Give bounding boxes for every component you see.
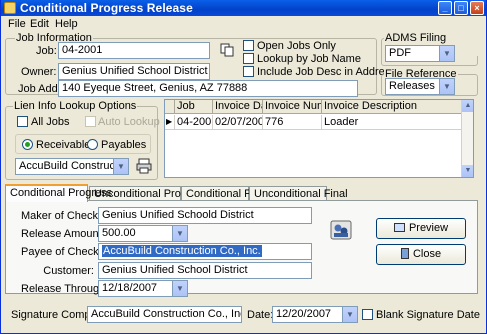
receivables-radio[interactable] — [22, 139, 33, 150]
preview-button[interactable]: Preview — [376, 218, 466, 239]
payee-input[interactable]: AccuBuild Construction Co., Inc. — [98, 243, 312, 260]
open-jobs-only-label: Open Jobs Only — [257, 40, 336, 52]
open-jobs-only-checkbox[interactable] — [243, 40, 254, 51]
blank-signature-date-label: Blank Signature Date — [376, 309, 480, 321]
through-value: 12/18/2007 — [102, 282, 158, 294]
lookup-by-job-name-checkbox[interactable] — [243, 53, 254, 64]
date-value: 12/20/2007 — [276, 308, 332, 320]
row-selector-icon[interactable]: ▶ — [165, 115, 175, 130]
preview-button-label: Preview — [408, 222, 449, 234]
close-button[interactable]: Close — [376, 244, 466, 265]
all-jobs-label: All Jobs — [31, 116, 70, 128]
adms-select[interactable]: PDF ▼ — [385, 45, 455, 62]
file-ref-select-value: Releases — [389, 80, 435, 92]
menu-help[interactable]: Help — [55, 18, 78, 30]
menu-bar: File Edit Help — [1, 16, 486, 32]
include-job-desc-label: Include Job Desc in Address — [257, 66, 396, 78]
chevron-down-icon[interactable]: ▼ — [439, 46, 454, 61]
lien-group-label: Lien Info Lookup Options — [13, 100, 138, 112]
auto-lookup-label: Auto Lookup — [98, 116, 160, 128]
scroll-down-icon[interactable]: ▼ — [462, 165, 473, 177]
grid-cell-invoice-description[interactable]: Loader — [322, 115, 462, 130]
date-input[interactable]: 12/20/2007 ▼ — [272, 306, 358, 323]
minimize-button[interactable]: _ — [438, 1, 452, 15]
grid-cell-invoice-date[interactable]: 02/07/2007 — [213, 115, 263, 130]
close-window-button[interactable]: × — [470, 1, 484, 15]
preview-icon — [393, 223, 405, 232]
grid-corner — [165, 100, 175, 114]
app-window: Conditional Progress Release _ □ × File … — [0, 0, 487, 334]
chevron-down-icon[interactable]: ▼ — [439, 79, 454, 94]
grid-header-invoice-number[interactable]: Invoice Number — [263, 100, 322, 114]
through-label: Release Through: — [21, 283, 109, 295]
copy-icon[interactable] — [220, 43, 234, 57]
chevron-down-icon[interactable]: ▼ — [342, 307, 357, 322]
invoice-grid[interactable]: Job Invoice Date Invoice Number Invoice … — [164, 99, 474, 178]
chevron-down-icon[interactable]: ▼ — [172, 281, 187, 296]
close-button-label: Close — [412, 248, 442, 260]
app-icon — [4, 2, 16, 14]
owner-input[interactable]: Genius Unified School District — [58, 63, 210, 80]
printer-icon[interactable] — [136, 158, 152, 174]
lookup-by-job-name-label: Lookup by Job Name — [257, 53, 361, 65]
company-select[interactable]: AccuBuild Construction Co ▼ — [15, 158, 129, 175]
grid-scrollbar[interactable]: ▲ ▼ — [461, 100, 473, 177]
all-jobs-checkbox[interactable] — [17, 116, 28, 127]
payables-radio[interactable] — [87, 139, 98, 150]
auto-lookup-checkbox[interactable] — [85, 116, 96, 127]
scroll-up-icon[interactable]: ▲ — [462, 100, 473, 112]
amount-value: 500.00 — [102, 227, 136, 239]
grid-header-invoice-description[interactable]: Invoice Description — [322, 100, 462, 114]
grid-cell-job[interactable]: 04-2001 — [175, 115, 213, 130]
amount-label: Release Amount: — [21, 228, 105, 240]
job-label: Job: — [36, 45, 57, 57]
title-bar: Conditional Progress Release _ □ × — [1, 0, 486, 16]
maker-label: Maker of Check: — [21, 210, 102, 222]
payables-label: Payables — [101, 139, 147, 151]
door-icon — [400, 248, 409, 259]
job-addr-input[interactable]: 140 Eyeque Street, Genius, AZ 77888 — [58, 80, 358, 97]
payee-label: Payee of Check: — [21, 246, 102, 258]
menu-edit[interactable]: Edit — [30, 18, 49, 30]
grid-header-job[interactable]: Job — [175, 100, 213, 114]
tab-unconditional-final[interactable]: Unconditional Final — [249, 186, 348, 201]
file-ref-select[interactable]: Releases ▼ — [385, 78, 455, 95]
through-input[interactable]: 12/18/2007 ▼ — [98, 280, 188, 297]
date-label: Date: — [247, 309, 274, 321]
menu-file[interactable]: File — [8, 18, 26, 30]
maximize-button[interactable]: □ — [454, 1, 468, 15]
tab-conditional-final[interactable]: Conditional Final — [181, 186, 268, 201]
chevron-down-icon[interactable]: ▼ — [172, 226, 187, 241]
grid-header-invoice-date[interactable]: Invoice Date — [213, 100, 263, 114]
payee-selected-text: AccuBuild Construction Co., Inc. — [102, 245, 262, 257]
chevron-down-icon[interactable]: ▼ — [113, 159, 128, 174]
job-input[interactable]: 04-2001 — [58, 42, 210, 59]
include-job-desc-checkbox[interactable] — [243, 66, 254, 77]
tab-conditional-progress[interactable]: Conditional Progress — [5, 184, 112, 202]
owner-label: Owner: — [21, 66, 57, 78]
maker-input[interactable]: Genius Unified Schoold District — [98, 207, 312, 224]
grid-cell-invoice-number[interactable]: 776 — [263, 115, 322, 130]
amount-input[interactable]: 500.00 ▼ — [98, 225, 188, 242]
adms-select-value: PDF — [389, 47, 411, 59]
customer-label: Customer: — [43, 265, 94, 277]
signature-company-input[interactable]: AccuBuild Construction Co., Inc. — [87, 306, 242, 323]
blank-signature-date-checkbox[interactable] — [362, 309, 373, 320]
window-title: Conditional Progress Release — [20, 1, 193, 15]
contacts-icon[interactable] — [330, 220, 352, 240]
customer-input[interactable]: Genius Unified School District — [98, 262, 312, 279]
